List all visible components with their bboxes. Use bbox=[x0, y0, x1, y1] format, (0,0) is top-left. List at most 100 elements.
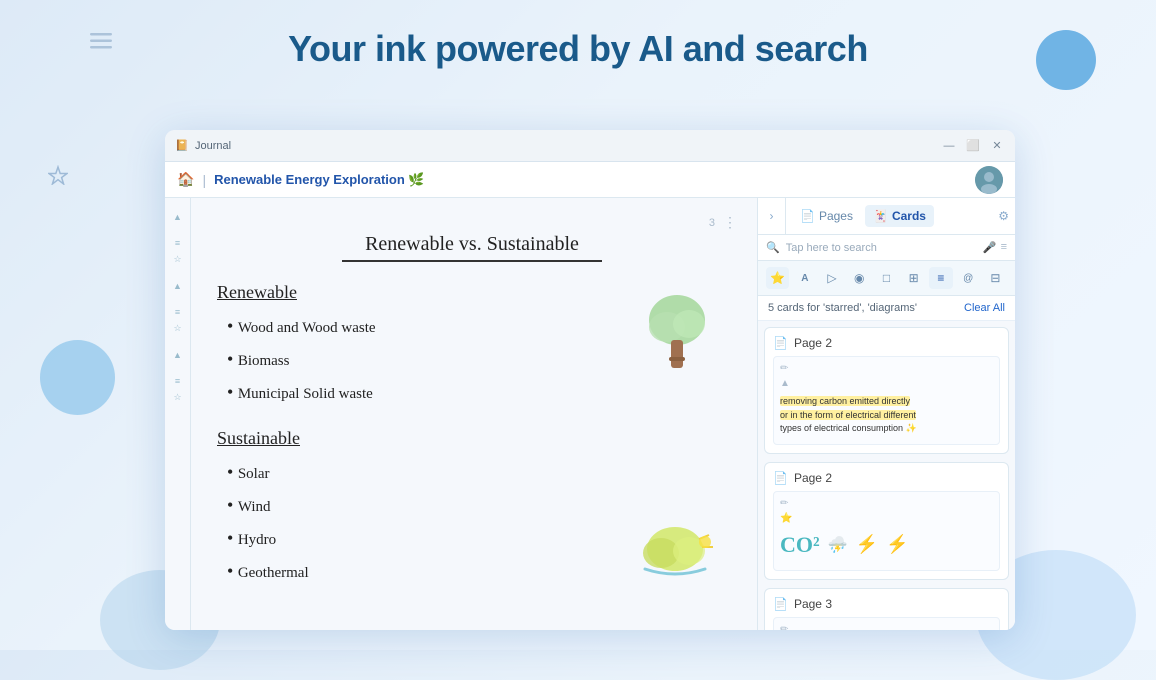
tab-pages[interactable]: 📄 Pages bbox=[792, 205, 861, 227]
filter-image[interactable]: ⊞ bbox=[902, 267, 925, 289]
title-underline bbox=[342, 260, 602, 262]
icon-group-5: ▲ bbox=[173, 342, 182, 368]
card-3-page-label: Page 3 bbox=[794, 597, 832, 611]
star-icon-small[interactable]: ☆ bbox=[173, 254, 181, 265]
filter-starred[interactable]: ⭐ bbox=[766, 267, 789, 289]
bullet-municipal: Municipal Solid waste bbox=[227, 379, 577, 406]
icon-group-2: ≡ ☆ bbox=[173, 230, 181, 273]
window-controls: — ⬜ ✕ bbox=[941, 138, 1005, 154]
nav-up-icon[interactable]: ▲ bbox=[173, 212, 182, 222]
card-2-row-2: ⭐ bbox=[780, 513, 993, 524]
results-text: 5 cards for 'starred', 'diagrams' bbox=[768, 302, 917, 314]
page-menu-icon[interactable]: ⋮ bbox=[723, 214, 737, 231]
filter-icon[interactable]: ≡ bbox=[1001, 241, 1007, 254]
close-button[interactable]: ✕ bbox=[989, 138, 1005, 154]
icon-group-4: ≡ ☆ bbox=[173, 299, 181, 342]
cards-tab-icon: 🃏 bbox=[873, 209, 888, 223]
card-1-pencil-icon: ✏ bbox=[780, 363, 788, 374]
sidebar-star-icon[interactable] bbox=[48, 165, 68, 191]
lightning-2: ⚡ bbox=[886, 534, 908, 555]
voice-icon[interactable]: 🎤 bbox=[983, 241, 997, 254]
app-window: 📔 Journal — ⬜ ✕ 🏠 | Renewable Energy Exp… bbox=[165, 130, 1015, 630]
card-3-tree bbox=[953, 624, 993, 631]
notebook-with-icons: ▲ ≡ ☆ ▲ ≡ ☆ ▲ ≡ ☆ bbox=[165, 198, 757, 630]
search-icon: 🔍 bbox=[766, 241, 780, 254]
cards-list: 📄 Page 2 ✏ ▲ remo bbox=[758, 321, 1015, 630]
results-info: 5 cards for 'starred', 'diagrams' Clear … bbox=[758, 296, 1015, 321]
search-bar: 🔍 Tap here to search 🎤 ≡ bbox=[758, 235, 1015, 261]
card-item-1: 📄 Page 2 ✏ ▲ remo bbox=[764, 327, 1009, 454]
maximize-button[interactable]: ⬜ bbox=[965, 138, 981, 154]
panel-tabs: 📄 Pages 🃏 Cards ⚙ bbox=[786, 198, 1015, 234]
bullet-biomass: Biomass bbox=[227, 346, 577, 373]
app-icon: 📔 bbox=[175, 139, 189, 153]
highlight-1: removing carbon emitted directly bbox=[780, 396, 910, 406]
card-3-content: ✏ ▲ Renewable: • Wood and Wood waste bbox=[773, 617, 1000, 631]
co2-text: CO² bbox=[780, 532, 820, 558]
menu-icon-3[interactable]: ≡ bbox=[175, 376, 180, 386]
sections-container: Renewable Wood and Wood waste Biomass Mu… bbox=[207, 282, 737, 607]
pages-tab-icon: 📄 bbox=[800, 209, 815, 223]
star-icon-small-2[interactable]: ☆ bbox=[173, 323, 181, 334]
tab-pages-label: Pages bbox=[819, 209, 853, 223]
tab-cards-label: Cards bbox=[892, 209, 926, 223]
icon-group-3: ▲ bbox=[173, 273, 182, 299]
right-panel: › 📄 Pages 🃏 Cards ⚙ bbox=[757, 198, 1015, 630]
nav-up-icon-2[interactable]: ▲ bbox=[173, 281, 182, 291]
page-illustrations bbox=[587, 282, 737, 607]
cloud-icon: ⛈️ bbox=[828, 535, 848, 555]
bullet-geothermal: Geothermal bbox=[227, 558, 577, 585]
card-1-header: 📄 Page 2 bbox=[773, 336, 1000, 350]
card-1-row-2: ▲ bbox=[780, 378, 993, 389]
filter-list[interactable]: ≡ bbox=[929, 267, 952, 289]
star-icon-small-3[interactable]: ☆ bbox=[173, 392, 181, 403]
search-input[interactable]: Tap here to search bbox=[786, 242, 977, 254]
co2-display: CO² ⛈️ ⚡ ⚡ bbox=[780, 528, 993, 562]
card-1-page-icon: 📄 bbox=[773, 336, 788, 350]
sustainable-heading: Sustainable bbox=[217, 428, 577, 449]
filter-at[interactable]: @ bbox=[957, 267, 980, 289]
filter-text[interactable]: A bbox=[793, 267, 816, 289]
renewable-heading: Renewable bbox=[217, 282, 577, 303]
card-2-row-1: ✏ bbox=[780, 498, 993, 509]
nav-up-icon-3[interactable]: ▲ bbox=[173, 350, 182, 360]
breadcrumb-separator: | bbox=[202, 172, 206, 188]
page-number: 3 bbox=[709, 217, 715, 229]
search-extra-icons: 🎤 ≡ bbox=[983, 241, 1007, 254]
filter-page[interactable]: □ bbox=[875, 267, 898, 289]
renewable-list: Wood and Wood waste Biomass Municipal So… bbox=[227, 313, 577, 406]
card-3-row-1: ✏ bbox=[780, 624, 945, 631]
menu-icon[interactable]: ≡ bbox=[175, 238, 180, 248]
card-item-3: 📄 Page 3 ✏ ▲ bbox=[764, 588, 1009, 631]
lightning-1: ⚡ bbox=[856, 534, 878, 555]
card-3-header: 📄 Page 3 bbox=[773, 597, 1000, 611]
highlight-2: or in the form of electrical different bbox=[780, 410, 916, 420]
card-2-page-icon: 📄 bbox=[773, 471, 788, 485]
home-icon[interactable]: 🏠 bbox=[177, 171, 194, 188]
tab-cards[interactable]: 🃏 Cards bbox=[865, 205, 934, 227]
page-title-text: Renewable vs. Sustainable bbox=[207, 233, 737, 256]
page-text-area: Renewable Wood and Wood waste Biomass Mu… bbox=[207, 282, 587, 607]
card-1-text: removing carbon emitted directly or in t… bbox=[780, 393, 993, 438]
menu-icon-2[interactable]: ≡ bbox=[175, 307, 180, 317]
filter-table[interactable]: ⊟ bbox=[984, 267, 1007, 289]
avatar[interactable] bbox=[975, 166, 1003, 194]
nav-bar: 🏠 | Renewable Energy Exploration 🌿 bbox=[165, 162, 1015, 198]
minimize-button[interactable]: — bbox=[941, 138, 957, 154]
card-2-content: ✏ ⭐ CO² ⛈️ ⚡ ⚡ bbox=[773, 491, 1000, 571]
bullet-solar: Solar bbox=[227, 459, 577, 486]
breadcrumb-text: Renewable Energy Exploration 🌿 bbox=[214, 172, 425, 188]
bullet-wind: Wind bbox=[227, 492, 577, 519]
sidebar-panel: › 📄 Pages 🃏 Cards ⚙ bbox=[757, 198, 1015, 630]
panel-settings-icon[interactable]: ⚙ bbox=[998, 209, 1009, 223]
card-2-star-icon: ⭐ bbox=[780, 513, 792, 524]
panel-expand-button[interactable]: › bbox=[758, 198, 786, 234]
bullet-wood: Wood and Wood waste bbox=[227, 313, 577, 340]
clear-all-button[interactable]: Clear All bbox=[964, 302, 1005, 314]
filter-play[interactable]: ▷ bbox=[820, 267, 843, 289]
card-3-page-icon: 📄 bbox=[773, 597, 788, 611]
filter-circle[interactable]: ◉ bbox=[848, 267, 871, 289]
card-1-page-label: Page 2 bbox=[794, 336, 832, 350]
breadcrumb: Renewable Energy Exploration 🌿 bbox=[214, 172, 425, 188]
app-name: Journal bbox=[195, 140, 941, 152]
